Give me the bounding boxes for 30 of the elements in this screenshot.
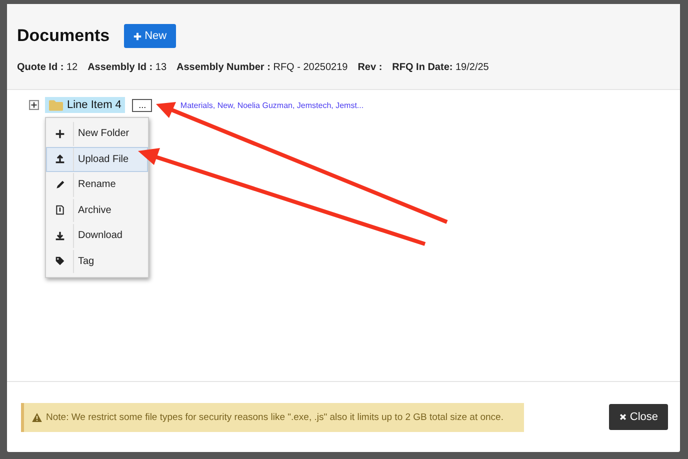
meta-field: RFQ In Date: 19/2/25 bbox=[392, 62, 489, 73]
warning-icon bbox=[32, 412, 42, 422]
menu-item[interactable]: New Folder bbox=[46, 121, 148, 146]
dialog-title: Documents bbox=[17, 26, 110, 46]
menu-item[interactable]: Download bbox=[46, 223, 148, 248]
node-label: Line Item 4 bbox=[67, 99, 122, 111]
note-text: Note: We restrict some file types for security reasons like ".exe, .js" also it limits up to 2 GB total size at once. bbox=[46, 412, 504, 422]
upload-icon bbox=[55, 154, 65, 164]
node-details: Materials, New, Noelia Guzman, Jemstech, Jemst... bbox=[180, 100, 364, 110]
menu-item[interactable]: Archive bbox=[46, 198, 148, 223]
expand-toggle[interactable] bbox=[29, 100, 39, 110]
new-button[interactable]: New bbox=[124, 24, 176, 48]
tag-icon bbox=[55, 256, 65, 266]
meta-field: Assembly Id : 13 bbox=[88, 62, 167, 73]
plus-icon bbox=[55, 128, 65, 139]
close-icon bbox=[618, 413, 627, 421]
pencil-icon bbox=[55, 180, 65, 190]
menu-item[interactable]: Rename bbox=[46, 172, 148, 198]
tree-node[interactable]: Line Item 4 bbox=[45, 97, 126, 113]
meta-field: Assembly Number : RFQ - 20250219 bbox=[176, 62, 348, 73]
close-button[interactable]: Close bbox=[608, 404, 668, 430]
download-icon bbox=[55, 230, 65, 241]
more-button[interactable]: ... bbox=[132, 98, 152, 112]
menu-item[interactable]: Tag bbox=[46, 248, 148, 274]
meta-field: Quote Id : 12 bbox=[17, 62, 78, 73]
document-icon bbox=[55, 205, 65, 216]
meta-field: Rev : bbox=[358, 62, 382, 73]
folder-icon bbox=[49, 99, 63, 111]
menu-item[interactable]: Upload File bbox=[46, 146, 148, 172]
plus-icon bbox=[132, 32, 142, 40]
